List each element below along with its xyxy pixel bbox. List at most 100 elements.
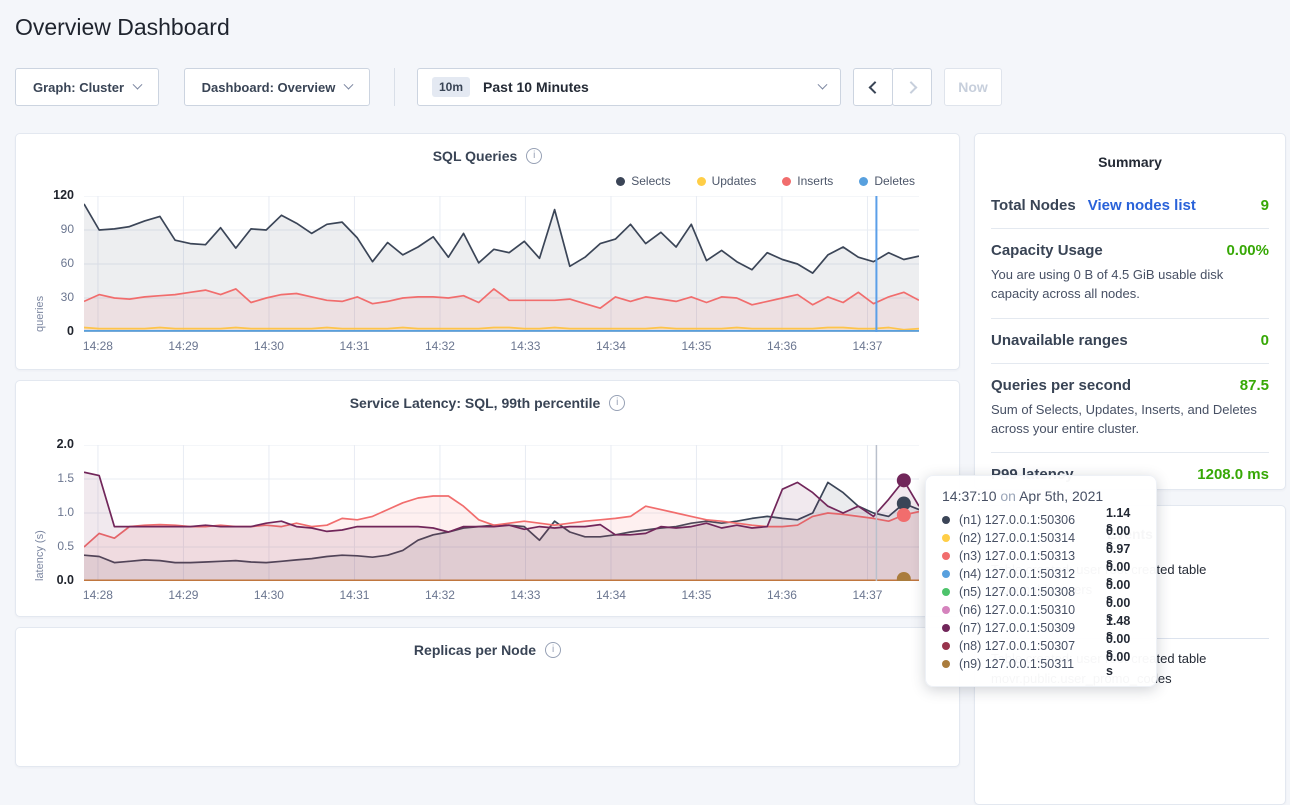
y-tick-label: 90 [32,222,74,236]
summary-row: Total NodesView nodes list9 [991,184,1269,229]
x-tick-label: 14:32 [410,339,470,353]
dashboard-dropdown-label: Dashboard: Overview [202,80,336,95]
series-dot-icon [697,177,706,186]
series-dot-icon [616,177,625,186]
x-tick-label: 14:30 [239,588,299,602]
tooltip-node-label: (n5) 127.0.0.1:50308 [959,585,1106,599]
info-icon[interactable] [609,395,625,411]
summary-row-value: 87.5 [1240,377,1269,394]
x-tick-label: 14:31 [324,339,384,353]
tooltip-node-label: (n8) 127.0.0.1:50307 [959,639,1106,653]
replicas-per-node-card: Replicas per Node [15,627,960,767]
x-tick-label: 14:33 [495,339,555,353]
summary-row-value: 1208.0 ms [1197,466,1269,483]
x-tick-label: 14:31 [324,588,384,602]
summary-row-header: Unavailable ranges0 [991,332,1269,349]
summary-row-label: Unavailable ranges [991,332,1128,349]
tooltip-node-label: (n9) 127.0.0.1:50311 [959,657,1106,671]
y-tick-label: 30 [32,290,74,304]
x-tick-label: 14:35 [666,339,726,353]
service-latency-chart: latency (s) 0.00.51.01.52.014:2814:2914:… [32,445,947,611]
chart-canvas [84,445,919,581]
graph-dropdown-label: Graph: Cluster [33,80,124,95]
hover-point-dot [897,508,911,522]
legend-label: Inserts [797,174,833,188]
now-button[interactable]: Now [944,68,1002,106]
summary-row: Unavailable ranges0 [991,319,1269,364]
tooltip-rows: (n1) 127.0.0.1:503061.14 s(n2) 127.0.0.1… [942,511,1140,673]
sql-queries-chart: queries 030609012014:2814:2914:3014:3114… [32,196,947,362]
tooltip-node-label: (n1) 127.0.0.1:50306 [959,513,1106,527]
tooltip-date: Apr 5th, 2021 [1019,488,1103,504]
summary-row-header: Total NodesView nodes list9 [991,197,1269,214]
summary-row-label: Capacity Usage [991,242,1103,259]
time-next-button[interactable] [892,68,932,106]
time-prev-button[interactable] [853,68,893,106]
tooltip-node-label: (n7) 127.0.0.1:50309 [959,621,1106,635]
y-tick-label: 1.5 [32,471,74,485]
summary-row-value: 0.00% [1226,242,1269,259]
legend-item[interactable]: Inserts [782,174,833,188]
tooltip-node-label: (n6) 127.0.0.1:50310 [959,603,1106,617]
info-icon[interactable] [545,642,561,658]
tooltip-node-label: (n3) 127.0.0.1:50313 [959,549,1106,563]
tooltip-node-label: (n4) 127.0.0.1:50312 [959,567,1106,581]
summary-row: Capacity Usage 0.00% You are using 0 B of … [991,229,1269,319]
series-dot-icon [942,570,950,578]
summary-row-subtext: Sum of Selects, Updates, Inserts, and De… [991,401,1269,439]
chevron-left-icon [868,81,881,94]
service-latency-plot[interactable] [84,445,919,581]
x-tick-label: 14:36 [752,588,812,602]
tooltip-timestamp: 14:37:10 on Apr 5th, 2021 [942,488,1140,504]
time-nav-buttons [853,68,932,106]
toolbar-divider [394,68,395,106]
sql-queries-plot[interactable] [84,196,919,332]
sql-queries-legend: Selects Updates Inserts Deletes [16,172,959,190]
legend-item[interactable]: Updates [697,174,757,188]
chevron-right-icon [904,81,917,94]
summary-row-header: Queries per second87.5 [991,377,1269,394]
chart-title: Replicas per Node [414,642,536,658]
service-latency-card: Service Latency: SQL, 99th percentile la… [15,380,960,617]
tooltip-on: on [1000,488,1016,504]
x-tick-label: 14:28 [68,339,128,353]
info-icon[interactable] [526,148,542,164]
view-nodes-link[interactable]: View nodes list [1088,197,1196,214]
series-dot-icon [942,642,950,650]
summary-row: Queries per second87.5 Sum of Selects, Up… [991,364,1269,454]
y-tick-label: 0 [32,324,74,338]
chart-hover-tooltip: 14:37:10 on Apr 5th, 2021 (n1) 127.0.0.1… [925,475,1157,687]
dashboard-dropdown[interactable]: Dashboard: Overview [184,68,370,106]
tooltip-time: 14:37:10 [942,488,997,504]
summary-row-label: Total Nodes [991,197,1076,214]
y-tick-label: 0.5 [32,539,74,553]
y-tick-label: 1.0 [32,505,74,519]
sidebar-column: Summary Total NodesView nodes list9Capac… [974,133,1286,805]
series-dot-icon [782,177,791,186]
legend-label: Selects [631,174,670,188]
legend-item[interactable]: Selects [616,174,670,188]
x-tick-label: 14:34 [581,588,641,602]
overview-dashboard-page: { "page": { "title": "Overview Dashboard… [0,0,1290,689]
series-dot-icon [942,588,950,596]
summary-panel: Summary Total NodesView nodes list9Capac… [974,133,1286,490]
y-tick-label: 60 [32,256,74,270]
charts-column: SQL Queries SelectsUpdatesInsertsDeletes… [15,133,960,777]
graph-dropdown[interactable]: Graph: Cluster [15,68,159,106]
y-tick-label: 120 [32,188,74,202]
x-tick-label: 14:33 [495,588,555,602]
series-dot-icon [942,660,950,668]
series-dot-icon [942,552,950,560]
time-range-picker[interactable]: 10m Past 10 Minutes [417,68,841,106]
x-tick-label: 14:37 [837,588,897,602]
legend-item[interactable]: Deletes [859,174,915,188]
chevron-down-icon [344,79,354,89]
chart-title: Service Latency: SQL, 99th percentile [350,395,601,411]
summary-row-subtext: You are using 0 B of 4.5 GiB usable disk… [991,266,1269,304]
time-range-badge: 10m [432,77,470,97]
series-dot-icon [942,624,950,632]
summary-rows: Total NodesView nodes list9Capacity Usag… [991,184,1269,497]
series-dot-icon [942,534,950,542]
y-tick-label: 2.0 [32,437,74,451]
x-tick-label: 14:37 [837,339,897,353]
